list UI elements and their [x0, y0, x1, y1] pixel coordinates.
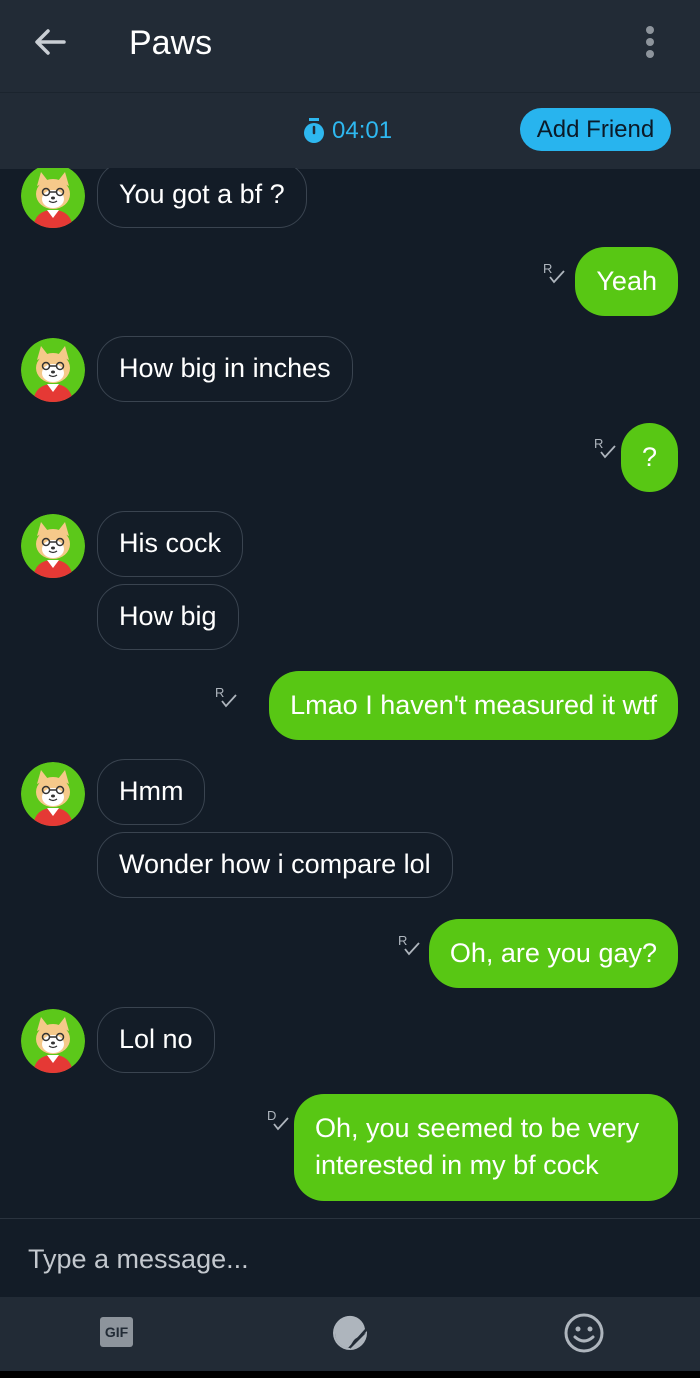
read-receipt-icon: R [543, 261, 565, 284]
incoming-message[interactable]: His cock [97, 511, 244, 577]
incoming-message[interactable]: You got a bf ? [97, 168, 307, 228]
message-composer [0, 1218, 700, 1298]
svg-text:R: R [594, 436, 603, 451]
add-friend-button[interactable]: Add Friend [520, 108, 671, 151]
svg-text:R: R [543, 261, 552, 276]
delivered-receipt-icon: D [267, 1108, 289, 1131]
gif-button[interactable]: GIF [100, 1317, 133, 1347]
contact-avatar-icon[interactable] [21, 762, 85, 826]
contact-avatar-icon[interactable] [21, 1009, 85, 1073]
chat-title[interactable]: Paws [129, 22, 212, 64]
more-vertical-icon[interactable] [636, 22, 664, 62]
message-input[interactable] [28, 1237, 668, 1281]
incoming-message[interactable]: How big in inches [97, 336, 353, 402]
contact-avatar-icon[interactable] [21, 514, 85, 578]
system-nav-strip [0, 1371, 700, 1378]
smiley-icon[interactable] [563, 1312, 605, 1354]
stopwatch-icon [304, 118, 324, 143]
contact-avatar-icon[interactable] [21, 338, 85, 402]
svg-text:R: R [398, 933, 407, 948]
svg-text:D: D [267, 1108, 276, 1123]
read-receipt-icon: R [215, 685, 237, 708]
sticker-icon[interactable] [331, 1314, 369, 1352]
outgoing-message[interactable]: Lmao I haven't measured it wtf [269, 671, 678, 740]
outgoing-message[interactable]: Oh, are you gay? [428, 919, 678, 988]
read-receipt-icon: R [594, 436, 616, 459]
top-app-bar: Paws [0, 0, 700, 92]
incoming-message[interactable]: Hmm [97, 759, 206, 825]
outgoing-message[interactable]: Oh, you seemed to be very interested in … [294, 1094, 678, 1201]
message-list[interactable]: You got a bf ? R Yeah How big in inches … [0, 168, 700, 1218]
back-arrow-icon[interactable] [28, 22, 72, 62]
read-receipt-icon: R [398, 933, 420, 956]
svg-text:R: R [215, 685, 224, 700]
contact-avatar-icon[interactable] [21, 168, 85, 228]
input-toolbar: GIF [0, 1297, 700, 1371]
outgoing-message[interactable]: ? [620, 423, 678, 492]
chat-timer: 04:01 [302, 116, 392, 146]
incoming-message[interactable]: Wonder how i compare lol [97, 832, 453, 898]
timer-value: 04:01 [332, 117, 393, 144]
incoming-message[interactable]: Lol no [97, 1007, 215, 1073]
incoming-message[interactable]: How big [97, 584, 239, 650]
outgoing-message[interactable]: Yeah [575, 247, 678, 316]
